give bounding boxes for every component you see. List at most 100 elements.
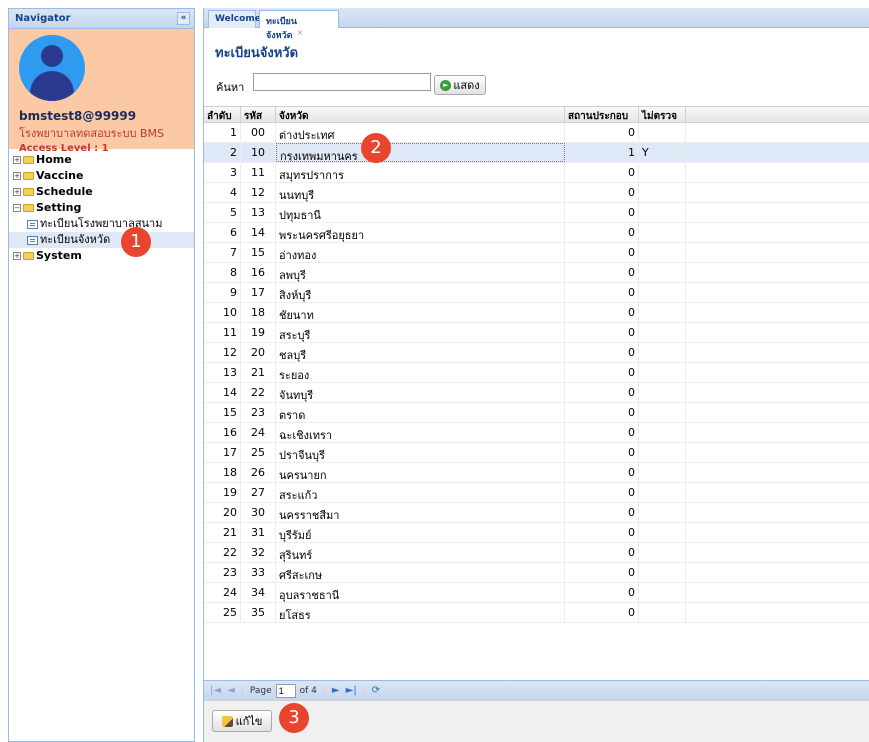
folder-icon <box>23 172 34 180</box>
cell-province: สิงห์บุรี <box>276 283 565 302</box>
expand-icon[interactable]: + <box>13 156 21 164</box>
table-row[interactable]: 18 26 นครนายก 0 <box>204 463 869 483</box>
tree-node-setting[interactable]: − Setting <box>9 200 194 216</box>
cell-no-check <box>639 403 686 422</box>
tree-leaf-field-hospital[interactable]: ทะเบียนโรงพยาบาลสนาม <box>9 216 194 232</box>
table-row[interactable]: 1 00 ต่างประเทศ 0 <box>204 123 869 143</box>
table-row[interactable]: 5 13 ปทุมธานี 0 <box>204 203 869 223</box>
cell-establishments: 0 <box>565 223 639 242</box>
table-row[interactable]: 13 21 ระยอง 0 <box>204 363 869 383</box>
cell-filler <box>686 503 869 522</box>
cell-establishments: 0 <box>565 443 639 462</box>
cell-establishments: 0 <box>565 563 639 582</box>
table-row[interactable]: 17 25 ปราจีนบุรี 0 <box>204 443 869 463</box>
cell-no-check <box>639 203 686 222</box>
table-row[interactable]: 20 30 นครราชสีมา 0 <box>204 503 869 523</box>
expand-icon[interactable]: + <box>13 188 21 196</box>
cell-establishments: 0 <box>565 183 639 202</box>
cell-province: ระยอง <box>276 363 565 382</box>
cell-filler <box>686 523 869 542</box>
cell-filler <box>686 443 869 462</box>
cell-establishments: 0 <box>565 343 639 362</box>
cell-province: อ่างทอง <box>276 243 565 262</box>
table-row[interactable]: 22 32 สุรินทร์ 0 <box>204 543 869 563</box>
table-row[interactable]: 10 18 ชัยนาท 0 <box>204 303 869 323</box>
collapse-node-icon[interactable]: − <box>13 204 21 212</box>
page-label: Page <box>249 685 272 696</box>
grid-header: ลำดับ รหัส จังหวัด สถานประกอบ ไม่ตรวจ <box>204 106 869 123</box>
cell-establishments: 0 <box>565 323 639 342</box>
table-row[interactable]: 9 17 สิงห์บุรี 0 <box>204 283 869 303</box>
folder-icon <box>23 188 34 196</box>
tree-node-home[interactable]: + Home <box>9 152 194 168</box>
tab-province[interactable]: ทะเบียนจังหวัด × <box>259 10 339 41</box>
table-row[interactable]: 3 11 สมุทรปราการ 0 <box>204 163 869 183</box>
cell-establishments: 0 <box>565 243 639 262</box>
edit-button[interactable]: แก้ไข <box>212 710 272 732</box>
cell-code: 14 <box>241 223 276 242</box>
col-header-code[interactable]: รหัส <box>241 107 276 122</box>
table-row[interactable]: 14 22 จันทบุรี 0 <box>204 383 869 403</box>
cell-establishments: 0 <box>565 123 639 142</box>
table-row[interactable]: 23 33 ศรีสะเกษ 0 <box>204 563 869 583</box>
table-row[interactable]: 7 15 อ่างทอง 0 <box>204 243 869 263</box>
cell-no: 24 <box>204 583 241 602</box>
cell-no: 3 <box>204 163 241 182</box>
table-row[interactable]: 11 19 สระบุรี 0 <box>204 323 869 343</box>
cell-no-check <box>639 523 686 542</box>
expand-icon[interactable]: + <box>13 252 21 260</box>
cell-code: 16 <box>241 263 276 282</box>
cell-no-check <box>639 163 686 182</box>
prev-page-icon[interactable]: ◄ <box>227 685 235 696</box>
table-row[interactable]: 19 27 สระแก้ว 0 <box>204 483 869 503</box>
tree-node-label: Schedule <box>36 185 93 198</box>
col-header-filler <box>686 107 869 122</box>
tree-node-system[interactable]: + System <box>9 248 194 264</box>
cell-no: 9 <box>204 283 241 302</box>
collapse-icon[interactable]: « <box>177 12 190 25</box>
table-row[interactable]: 8 16 ลพบุรี 0 <box>204 263 869 283</box>
table-row[interactable]: 21 31 บุรีรัมย์ 0 <box>204 523 869 543</box>
table-row[interactable]: 25 35 ยโสธร 0 <box>204 603 869 623</box>
table-row[interactable]: 2 10 กรุงเทพมหานคร 1 Y <box>204 143 869 163</box>
tree-node-schedule[interactable]: + Schedule <box>9 184 194 200</box>
col-header-province[interactable]: จังหวัด <box>276 107 565 122</box>
col-header-no-check[interactable]: ไม่ตรวจ <box>639 107 686 122</box>
page-number-input[interactable] <box>275 683 296 698</box>
col-header-establishments[interactable]: สถานประกอบ <box>565 107 639 122</box>
col-header-no[interactable]: ลำดับ <box>204 107 241 122</box>
cell-no: 15 <box>204 403 241 422</box>
cell-no: 4 <box>204 183 241 202</box>
next-page-icon[interactable]: ► <box>332 685 340 696</box>
tab-bar: Welcome ทะเบียนจังหวัด × <box>204 8 869 41</box>
cell-province: สมุทรปราการ <box>276 163 565 182</box>
cell-filler <box>686 223 869 242</box>
first-page-icon[interactable]: |◄ <box>210 685 221 696</box>
search-input[interactable] <box>253 73 431 91</box>
expand-icon[interactable]: + <box>13 172 21 180</box>
username: bmstest8@99999 <box>19 109 137 123</box>
show-button[interactable]: ► แสดง <box>434 75 486 95</box>
tab-label: Welcome <box>215 14 261 24</box>
refresh-icon[interactable]: ⟳ <box>372 685 380 696</box>
last-page-icon[interactable]: ►| <box>346 685 357 696</box>
cell-no: 18 <box>204 463 241 482</box>
separator: | <box>240 685 244 696</box>
table-row[interactable]: 4 12 นนทบุรี 0 <box>204 183 869 203</box>
table-row[interactable]: 15 23 ตราด 0 <box>204 403 869 423</box>
cell-filler <box>686 123 869 142</box>
table-row[interactable]: 24 34 อุบลราชธานี 0 <box>204 583 869 603</box>
table-row[interactable]: 16 24 ฉะเชิงเทรา 0 <box>204 423 869 443</box>
close-icon[interactable]: × <box>297 28 304 37</box>
grid-body: 1 00 ต่างประเทศ 0 2 10 กรุงเทพมหานคร 1 Y 3 11 สมุทร… <box>204 123 869 623</box>
cell-establishments: 0 <box>565 383 639 402</box>
cell-no: 23 <box>204 563 241 582</box>
tree-node-vaccine[interactable]: + Vaccine <box>9 168 194 184</box>
table-row[interactable]: 12 20 ชลบุรี 0 <box>204 343 869 363</box>
tree-leaf-province[interactable]: ทะเบียนจังหวัด <box>9 232 194 248</box>
navigator-header: Navigator « <box>9 9 194 29</box>
cell-no-check <box>639 283 686 302</box>
cell-code: 23 <box>241 403 276 422</box>
tab-welcome[interactable]: Welcome <box>208 10 261 28</box>
table-row[interactable]: 6 14 พระนครศรีอยุธยา 0 <box>204 223 869 243</box>
